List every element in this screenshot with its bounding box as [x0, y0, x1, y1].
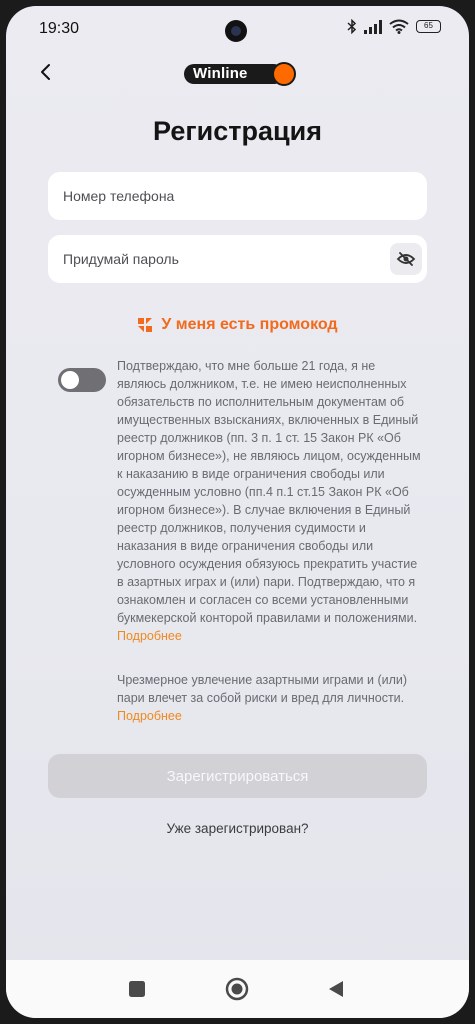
promo-code-label: У меня есть промокод — [161, 316, 338, 333]
page-title: Регистрация — [153, 116, 322, 146]
nav-back-icon — [329, 981, 343, 997]
recent-apps-button[interactable] — [123, 975, 151, 1003]
logo-wordmark: Winline — [184, 64, 284, 84]
phone-screen: 19:30 65 Winline Регистрация Номер телеф… — [6, 6, 469, 1018]
warning-block: Чрезмерное увлечение азартными играми и … — [117, 671, 427, 725]
warning-text: Чрезмерное увлечение азартными играми и … — [117, 673, 408, 705]
battery-level: 65 — [424, 21, 433, 30]
promo-logo-icon — [138, 318, 153, 332]
phone-input[interactable] — [48, 172, 427, 220]
consent-text: Подтверждаю, что мне больше 21 года, я н… — [117, 359, 421, 625]
status-time: 19:30 — [39, 20, 80, 37]
status-bar: 19:30 65 — [6, 6, 469, 52]
signal-icon — [364, 19, 382, 34]
consent-block: Подтверждаю, что мне больше 21 года, я н… — [117, 357, 427, 645]
password-input[interactable] — [48, 235, 427, 283]
toggle-knob — [61, 371, 79, 389]
front-camera — [225, 20, 247, 42]
winline-logo: Winline — [184, 62, 296, 86]
nav-square-icon — [129, 981, 145, 997]
promo-code-link[interactable]: У меня есть промокод — [6, 316, 469, 334]
consent-more-link[interactable]: Подробнее — [117, 627, 427, 645]
battery-icon: 65 — [416, 20, 441, 33]
back-arrow-icon — [41, 64, 50, 80]
eye-off-icon — [396, 252, 416, 266]
home-button[interactable] — [223, 975, 251, 1003]
status-icons: 65 — [347, 19, 441, 34]
logo-dot — [272, 62, 296, 86]
back-nav-button[interactable] — [322, 975, 350, 1003]
toggle-password-visibility-button[interactable] — [390, 243, 422, 275]
already-registered-link[interactable]: Уже зарегистрирован? — [6, 821, 469, 836]
bluetooth-icon — [347, 19, 357, 34]
password-field — [48, 235, 427, 283]
warning-more-link[interactable]: Подробнее — [117, 707, 427, 725]
register-button[interactable]: Зарегистрироваться — [48, 754, 427, 798]
phone-field — [48, 172, 427, 220]
nav-home-icon — [225, 977, 249, 1001]
wifi-icon — [389, 19, 409, 34]
consent-toggle[interactable] — [58, 368, 106, 392]
navigation-bar — [6, 960, 469, 1018]
back-button[interactable] — [34, 60, 58, 84]
